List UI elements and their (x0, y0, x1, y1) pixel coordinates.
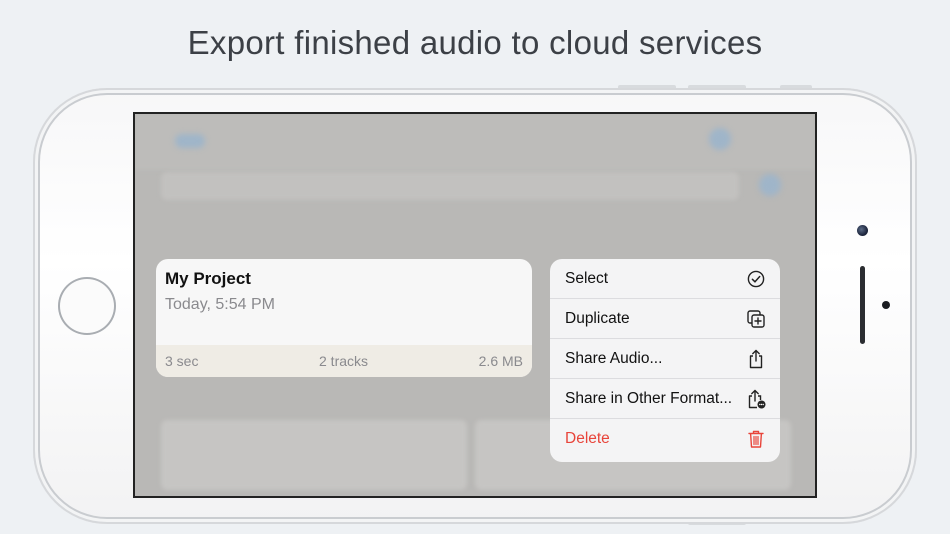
menu-item-duplicate[interactable]: Duplicate (550, 299, 780, 339)
blurred-add-button (759, 174, 781, 196)
proximity-sensor (882, 301, 890, 309)
trash-icon (746, 429, 766, 449)
phone-screen: My Project Today, 5:54 PM 3 sec 2 tracks… (133, 112, 817, 498)
blurred-nav-action (709, 128, 731, 150)
project-track-count: 2 tracks (319, 353, 369, 369)
menu-item-share-other-format[interactable]: Share in Other Format... (550, 379, 780, 419)
checkmark-circle-icon (746, 269, 766, 289)
project-date: Today, 5:54 PM (165, 296, 275, 313)
menu-item-delete[interactable]: Delete (550, 419, 780, 459)
blurred-project-tile (161, 420, 467, 490)
earpiece-speaker (860, 266, 865, 344)
menu-item-label: Delete (565, 430, 610, 447)
home-button[interactable] (58, 277, 116, 335)
share-more-icon (746, 389, 766, 409)
blurred-background: My Project Today, 5:54 PM 3 sec 2 tracks… (135, 114, 815, 496)
duplicate-icon (746, 309, 766, 329)
menu-item-label: Share Audio... (565, 349, 663, 367)
headline: Export finished audio to cloud services (187, 24, 763, 61)
menu-item-label: Select (565, 269, 609, 287)
project-preview-card[interactable]: My Project Today, 5:54 PM 3 sec 2 tracks… (156, 259, 532, 377)
menu-item-label: Duplicate (565, 309, 630, 327)
share-icon (746, 349, 766, 369)
project-file-size: 2.6 MB (478, 353, 523, 369)
project-title: My Project (165, 269, 251, 288)
menu-item-label: Share in Other Format... (565, 389, 733, 407)
project-info-bar: 3 sec 2 tracks 2.6 MB (156, 345, 532, 377)
project-duration: 3 sec (165, 353, 199, 369)
front-camera (857, 225, 868, 236)
blurred-search-field (161, 172, 739, 200)
context-menu: Select Duplicate Share Audio... Share in… (550, 259, 780, 462)
blurred-nav-button (175, 134, 205, 148)
menu-item-select[interactable]: Select (550, 259, 780, 299)
menu-item-share-audio[interactable]: Share Audio... (550, 339, 780, 379)
